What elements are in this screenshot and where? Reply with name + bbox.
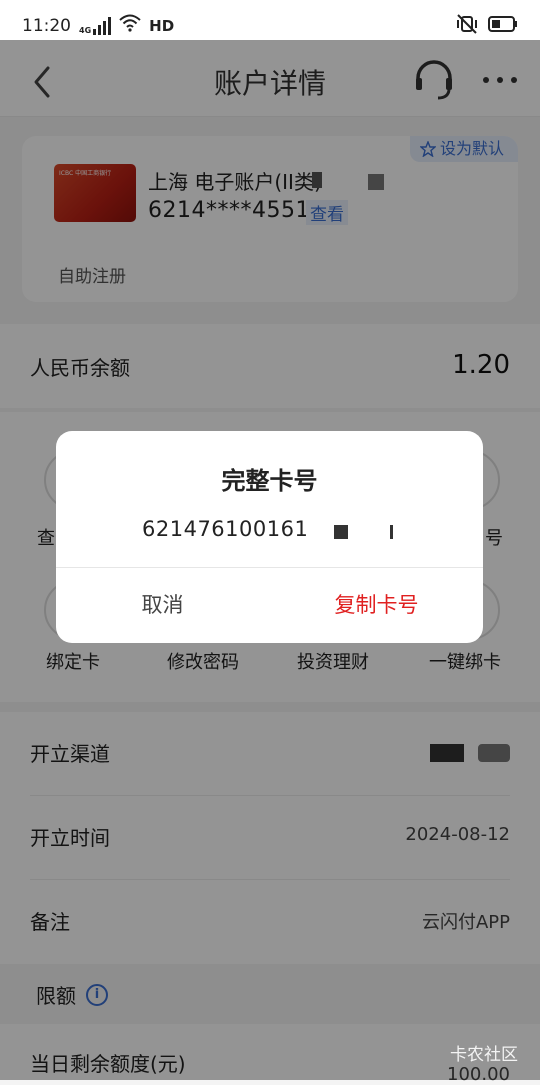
- copy-card-number-button[interactable]: 复制卡号: [270, 568, 483, 643]
- full-card-number-dialog: 完整卡号 621476100161 取消 复制卡号: [56, 431, 483, 643]
- dialog-title: 完整卡号: [221, 467, 318, 495]
- redaction-mark: [334, 525, 348, 539]
- vibrate-mute-icon: [456, 14, 478, 39]
- cellular-signal-icon: 4G: [79, 16, 112, 35]
- watermark: 卡农社区: [450, 1045, 518, 1065]
- wifi-icon: [119, 14, 141, 37]
- battery-icon: [488, 15, 518, 38]
- hd-indicator: HD: [149, 16, 175, 35]
- redaction-mark: [390, 525, 393, 539]
- dialog-card-number: 621476100161: [142, 517, 309, 541]
- status-time: 11:20: [22, 15, 71, 36]
- network-type: 4G: [79, 25, 92, 35]
- cancel-button[interactable]: 取消: [56, 568, 269, 643]
